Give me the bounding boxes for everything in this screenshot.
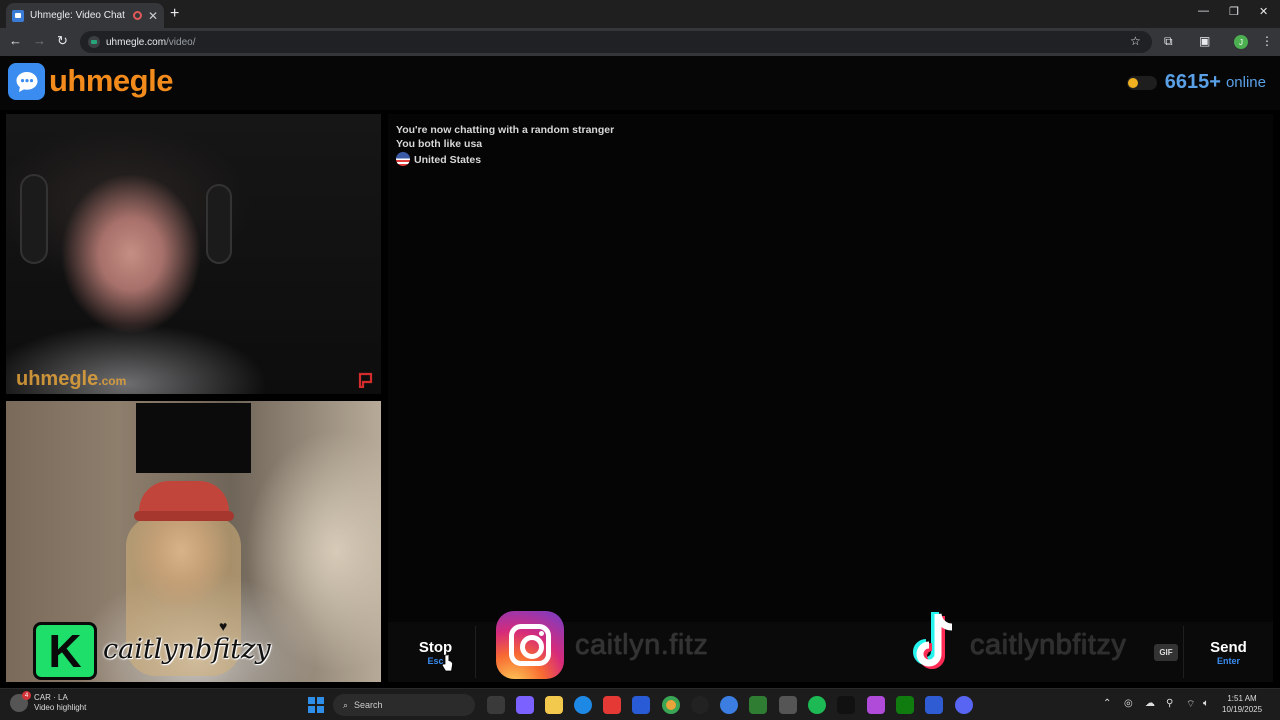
app-icon[interactable] <box>867 696 885 714</box>
taskbar-clock[interactable]: 1:51 AM 10/19/2025 <box>1222 693 1262 715</box>
video-content <box>134 511 234 521</box>
stop-button[interactable]: Stop Esc <box>396 626 476 678</box>
report-flag-icon[interactable] <box>358 372 374 388</box>
media-panel-icon[interactable]: ▣ <box>1199 34 1210 48</box>
windows-start-icon[interactable] <box>308 697 324 713</box>
send-hint: Enter <box>1216 655 1240 666</box>
restore-icon[interactable]: ❐ <box>1229 5 1239 18</box>
copilot-icon[interactable] <box>516 696 534 714</box>
instagram-icon <box>496 611 564 679</box>
us-flag-icon <box>396 152 410 166</box>
video-content <box>20 174 48 264</box>
forward-icon[interactable]: → <box>33 33 46 48</box>
extensions-icon[interactable]: ⧉ <box>1164 34 1173 49</box>
clock-date: 10/19/2025 <box>1222 705 1263 714</box>
video-content <box>136 403 251 473</box>
task-view-icon[interactable] <box>487 696 505 714</box>
reload-icon[interactable]: ↻ <box>57 33 68 49</box>
country-label: United States <box>414 154 482 166</box>
discord-icon[interactable] <box>955 696 973 714</box>
send-label: Send <box>1210 638 1247 656</box>
stranger-video: uhmegle.com <box>6 114 381 394</box>
send-button[interactable]: Send Enter <box>1183 626 1273 678</box>
url-host: uhmegle.com <box>106 36 167 48</box>
address-bar[interactable]: uhmegle.com /video/ <box>80 31 1152 53</box>
tab-title: Uhmegle: Video Chat | Random Stranger Ch… <box>30 10 127 21</box>
tray-cloud-icon[interactable]: ☁ <box>1145 698 1155 709</box>
back-icon[interactable]: ← <box>9 33 22 48</box>
chat-controls: Stop Esc caitlyn.fitz caitlynbfitzy GIF … <box>388 611 1273 682</box>
video-watermark: uhmegle.com <box>16 368 126 391</box>
file-explorer-icon[interactable] <box>545 696 563 714</box>
instagram-handle-overlay: caitlyn.fitz <box>575 629 709 661</box>
xbox-icon[interactable] <box>896 696 914 714</box>
site-info-icon[interactable] <box>88 36 100 48</box>
heart-icon: ♥ <box>219 618 228 634</box>
app-icon[interactable] <box>779 696 797 714</box>
site-logo[interactable]: uhmegle <box>49 63 173 99</box>
chat-bubble-logo-icon[interactable] <box>8 63 45 100</box>
url-path: /video/ <box>166 36 196 48</box>
taskbar-search[interactable]: ⌕ Search <box>333 694 475 716</box>
recording-icon <box>132 11 142 20</box>
app-icon[interactable] <box>925 696 943 714</box>
clock-time: 1:51 AM <box>1227 694 1257 703</box>
k-badge-logo: K <box>33 622 97 680</box>
new-tab-button[interactable]: + <box>170 5 179 23</box>
hand-cursor-icon <box>441 654 453 672</box>
edge-icon[interactable] <box>574 696 592 714</box>
tray-chevron-icon[interactable]: ⌃ <box>1103 698 1111 709</box>
chat-system-message: You both like usa <box>396 138 483 150</box>
video-content <box>206 184 232 264</box>
profile-avatar[interactable]: J <box>1234 35 1248 49</box>
online-label: online <box>1225 74 1266 91</box>
youtube-icon[interactable] <box>603 696 621 714</box>
wifi-icon[interactable]: ⌔ <box>1186 698 1195 711</box>
watermark-suffix: .com <box>98 374 127 388</box>
chat-system-message: You're now chatting with a random strang… <box>396 124 615 136</box>
app-icon[interactable] <box>749 696 767 714</box>
close-window-icon[interactable]: ✕ <box>1259 5 1268 18</box>
widgets-button[interactable]: 4 CAR · LA Video highlight <box>10 691 87 713</box>
tiktok-handle-overlay: caitlynbfitzy <box>970 629 1127 661</box>
browser-tabbar: Uhmegle: Video Chat | Random Stranger Ch… <box>0 0 1280 28</box>
theme-toggle[interactable] <box>1126 75 1157 90</box>
online-indicator: 6615+ online <box>1126 71 1266 94</box>
self-video: K ♥ caitlynbfitzy <box>6 401 381 682</box>
chat-country-line: United States <box>396 152 481 166</box>
tiktok-icon <box>913 612 953 669</box>
news-widget-icon: 4 <box>10 691 31 712</box>
stop-label: Stop <box>418 638 453 656</box>
watermark-text: uhmegle <box>16 368 99 390</box>
bookmark-star-icon[interactable]: ☆ <box>1130 34 1141 48</box>
app-icon[interactable] <box>720 696 738 714</box>
store-icon[interactable] <box>632 696 650 714</box>
chrome-icon[interactable] <box>662 696 680 714</box>
close-tab-icon[interactable]: ✕ <box>148 9 158 23</box>
search-placeholder: Search <box>354 700 383 710</box>
volume-icon[interactable]: 🔈︎ <box>1203 698 1209 709</box>
site-header: uhmegle 6615+ online <box>0 56 1280 110</box>
tray-app-icon[interactable]: ◎ <box>1124 698 1133 709</box>
online-count: 6615+ <box>1164 71 1221 93</box>
capcut-icon[interactable] <box>837 696 855 714</box>
obs-icon[interactable] <box>691 696 709 714</box>
search-icon: ⌕ <box>343 699 349 710</box>
browser-tab[interactable]: Uhmegle: Video Chat | Random Stranger Ch… <box>6 3 164 28</box>
widget-subtitle: Video highlight <box>34 703 87 712</box>
browser-toolbar: ← → ↻ uhmegle.com /video/ ☆ ⧉ ▣ ⋮ <box>0 28 1280 56</box>
uhmegle-favicon-icon <box>12 9 24 22</box>
chat-log: You're now chatting with a random strang… <box>388 114 1273 622</box>
minimize-icon[interactable]: — <box>1198 5 1209 17</box>
microphone-icon[interactable]: ⚲ <box>1166 698 1173 709</box>
widget-title: CAR · LA <box>34 693 68 702</box>
gif-button[interactable]: GIF <box>1154 644 1178 661</box>
spotify-icon[interactable] <box>808 696 826 714</box>
self-handle-overlay: caitlynbfitzy <box>103 634 271 665</box>
widget-badge: 4 <box>22 691 31 700</box>
taskbar: 4 CAR · LA Video highlight ⌕ Search ⌃ ◎ … <box>0 688 1280 720</box>
menu-kebab-icon[interactable]: ⋮ <box>1261 34 1273 48</box>
